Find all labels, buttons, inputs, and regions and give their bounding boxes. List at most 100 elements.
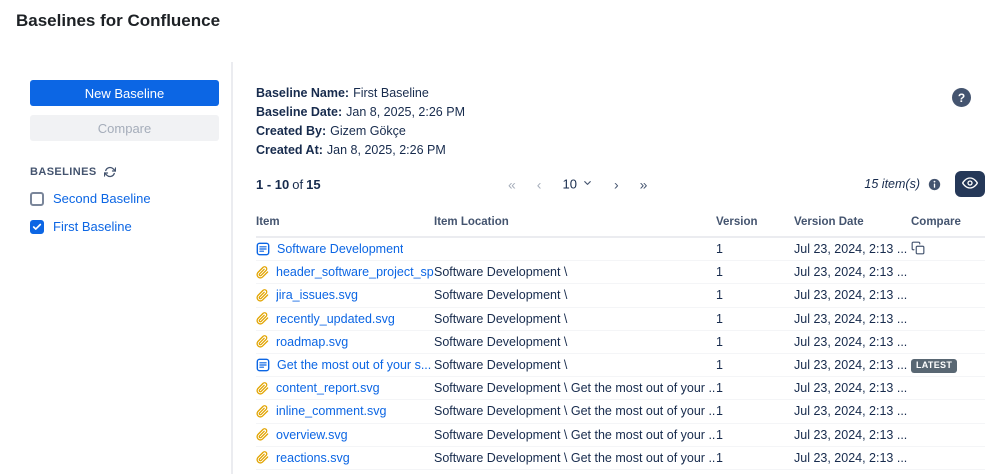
created-at-value: Jan 8, 2025, 2:26 PM: [327, 143, 446, 157]
range-value: 1 - 10: [256, 177, 289, 192]
item-version-date: Jul 23, 2024, 2:13 ...: [794, 312, 911, 326]
pagination-right: 15 item(s): [864, 171, 985, 197]
table-row: Get the most out of your s... Software D…: [256, 354, 985, 377]
item-link[interactable]: header_software_project_sp...: [276, 265, 434, 279]
item-cell: content_report.svg: [256, 381, 434, 395]
visibility-toggle-button[interactable]: [955, 171, 985, 197]
baseline-name-value: First Baseline: [353, 86, 429, 100]
baseline-link-second[interactable]: Second Baseline: [53, 191, 151, 206]
baseline-date-value: Jan 8, 2025, 2:26 PM: [346, 105, 465, 119]
created-by-label: Created By:: [256, 124, 326, 138]
next-page-icon[interactable]: ›: [614, 177, 619, 191]
table-row: Software Development 1 Jul 23, 2024, 2:1…: [256, 238, 985, 261]
item-version-date: Jul 23, 2024, 2:13 ...: [794, 265, 911, 279]
item-version: 1: [716, 335, 794, 349]
item-link[interactable]: roadmap.svg: [276, 335, 348, 349]
item-version: 1: [716, 451, 794, 465]
pagination-bar: 1 - 10of15 « ‹ 10 › » 15 item(s): [256, 168, 985, 200]
help-icon[interactable]: ?: [952, 88, 971, 107]
latest-badge: LATEST: [911, 359, 957, 373]
compare-button[interactable]: Compare: [30, 115, 219, 141]
table-row: roadmap.svg Software Development \ 1 Jul…: [256, 331, 985, 354]
range-of: of: [292, 177, 303, 192]
col-version: Version: [716, 216, 794, 228]
prev-page-icon[interactable]: ‹: [537, 177, 542, 191]
table-header: Item Item Location Version Version Date …: [256, 212, 985, 238]
info-icon[interactable]: [928, 178, 941, 191]
item-version: 1: [716, 404, 794, 418]
baselines-section-header: BASELINES: [30, 166, 219, 178]
item-location: Software Development \ Get the most out …: [434, 404, 716, 418]
item-version: 1: [716, 288, 794, 302]
item-location: Software Development \ Get the most out …: [434, 428, 716, 442]
range-total: 15: [306, 177, 320, 192]
attachment-icon: [256, 405, 269, 418]
item-link[interactable]: overview.svg: [276, 428, 348, 442]
refresh-icon[interactable]: [104, 166, 116, 178]
item-location: Software Development \: [434, 335, 716, 349]
attachment-icon: [256, 289, 269, 302]
table-row: jira_issues.svg Software Development \ 1…: [256, 284, 985, 307]
baseline-list-item: Second Baseline: [30, 191, 219, 206]
sidebar: New Baseline Compare BASELINES Second Ba…: [0, 62, 233, 474]
first-page-icon[interactable]: «: [508, 177, 516, 191]
page-size-value: 10: [562, 177, 576, 192]
page-size-select[interactable]: 10: [562, 177, 592, 192]
last-page-icon[interactable]: »: [640, 177, 648, 191]
item-link[interactable]: Get the most out of your s...: [277, 358, 431, 372]
attachment-icon: [256, 382, 269, 395]
layout: New Baseline Compare BASELINES Second Ba…: [0, 62, 999, 474]
baseline-link-first[interactable]: First Baseline: [53, 219, 132, 234]
table-row: inline_comment.svg Software Development …: [256, 400, 985, 423]
page-title: Baselines for Confluence: [16, 11, 220, 31]
items-count: 15 item(s): [864, 177, 920, 191]
item-link[interactable]: recently_updated.svg: [276, 312, 395, 326]
new-baseline-button[interactable]: New Baseline: [30, 80, 219, 106]
attachment-icon: [256, 428, 269, 441]
item-version: 1: [716, 265, 794, 279]
item-cell: overview.svg: [256, 428, 434, 442]
table-row: recently_updated.svg Software Developmen…: [256, 308, 985, 331]
item-version-date: Jul 23, 2024, 2:13 ...: [794, 428, 911, 442]
item-version-date: Jul 23, 2024, 2:13 ...: [794, 451, 911, 465]
item-link[interactable]: content_report.svg: [276, 381, 380, 395]
item-version: 1: [716, 242, 794, 256]
item-location: Software Development \: [434, 265, 716, 279]
col-compare: Compare: [911, 216, 985, 228]
col-version-date: Version Date: [794, 216, 911, 228]
item-location: Software Development \: [434, 288, 716, 302]
attachment-icon: [256, 335, 269, 348]
item-link[interactable]: inline_comment.svg: [276, 404, 386, 418]
copy-icon[interactable]: [911, 241, 925, 255]
chevron-down-icon: [582, 177, 593, 192]
item-cell: inline_comment.svg: [256, 404, 434, 418]
item-cell: reactions.svg: [256, 451, 434, 465]
item-version-date: Jul 23, 2024, 2:13 ...: [794, 381, 911, 395]
item-location: Software Development \: [434, 312, 716, 326]
item-link[interactable]: jira_issues.svg: [276, 288, 358, 302]
main-panel: Baseline Name:First Baseline Baseline Da…: [233, 62, 999, 474]
item-link[interactable]: Software Development: [277, 242, 403, 256]
item-version-date: Jul 23, 2024, 2:13 ...: [794, 358, 911, 372]
page-icon: [256, 358, 270, 372]
table-row: reactions.svg Software Development \ Get…: [256, 447, 985, 470]
baseline-checkbox[interactable]: [30, 192, 44, 206]
baseline-date-label: Baseline Date:: [256, 105, 342, 119]
attachment-icon: [256, 451, 269, 464]
item-version: 1: [716, 312, 794, 326]
item-cell: header_software_project_sp...: [256, 265, 434, 279]
item-cell: recently_updated.svg: [256, 312, 434, 326]
item-location: Software Development \ Get the most out …: [434, 451, 716, 465]
eye-icon: [962, 175, 978, 194]
item-compare-cell: [911, 241, 985, 258]
baseline-checkbox[interactable]: [30, 220, 44, 234]
table-body: Software Development 1 Jul 23, 2024, 2:1…: [256, 238, 985, 470]
item-cell: Get the most out of your s...: [256, 358, 434, 372]
item-version: 1: [716, 358, 794, 372]
item-link[interactable]: reactions.svg: [276, 451, 350, 465]
table-row: content_report.svg Software Development …: [256, 377, 985, 400]
baseline-list-item: First Baseline: [30, 219, 219, 234]
item-version-date: Jul 23, 2024, 2:13 ...: [794, 404, 911, 418]
page-icon: [256, 242, 270, 256]
item-version-date: Jul 23, 2024, 2:13 ...: [794, 242, 911, 256]
